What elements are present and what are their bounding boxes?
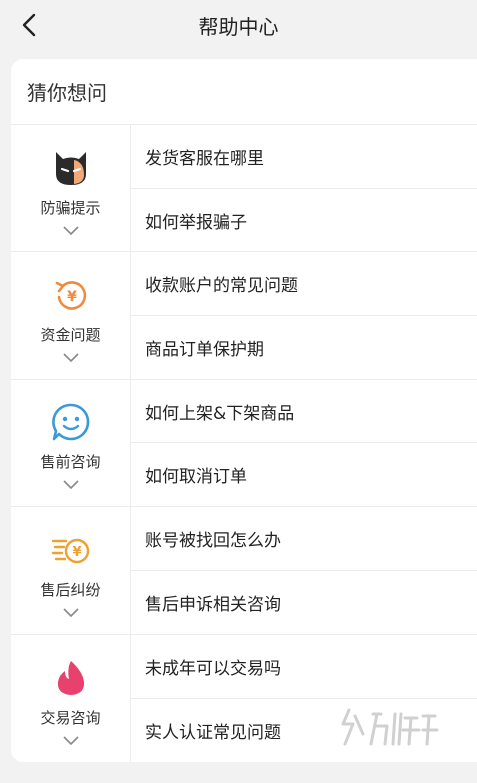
chat-smile-icon	[50, 401, 92, 443]
category-anti-fraud[interactable]: 防骗提示	[11, 125, 131, 252]
refund-yen-icon: ¥	[50, 274, 92, 316]
category-label: 交易咨询	[40, 708, 101, 727]
question-list: 发货客服在哪里 如何举报骗子	[131, 125, 477, 251]
question-item[interactable]: 如何取消订单	[131, 442, 477, 506]
category-label: 资金问题	[40, 326, 101, 345]
chevron-down-icon[interactable]	[62, 351, 80, 363]
question-list: 收款账户的常见问题 商品订单保护期	[131, 252, 477, 378]
question-item[interactable]: 如何上架&下架商品	[131, 380, 477, 443]
question-list: 如何上架&下架商品 如何取消订单	[131, 380, 477, 506]
chevron-down-icon[interactable]	[62, 224, 80, 236]
question-list: 账号被找回怎么办 售后申诉相关咨询	[131, 507, 477, 633]
back-button[interactable]	[12, 8, 46, 42]
question-item[interactable]: 发货客服在哪里	[131, 125, 477, 188]
faq-group-funds: ¥ 资金问题 收款账户的常见问题 商品订单保护期	[11, 252, 477, 380]
category-label: 售前咨询	[40, 453, 101, 472]
chevron-down-icon[interactable]	[62, 734, 80, 746]
card-heading: 猜你想问	[11, 59, 477, 125]
question-item[interactable]: 商品订单保护期	[131, 315, 477, 379]
top-bar: 帮助中心	[0, 0, 477, 50]
watermark-logo	[341, 708, 439, 746]
faq-group-presale: 售前咨询 如何上架&下架商品 如何取消订单	[11, 379, 477, 508]
fast-yen-icon: ¥	[50, 529, 92, 571]
category-presale[interactable]: 售前咨询	[11, 379, 131, 507]
faq-card: 猜你想问 防骗提示 发货客服在哪里 如何举报骗子 ¥ 资金问题 收款账户的常见问…	[11, 59, 477, 762]
chevron-left-icon	[22, 13, 36, 37]
chevron-down-icon[interactable]	[62, 606, 80, 618]
devil-face-icon	[50, 147, 92, 189]
svg-text:¥: ¥	[67, 289, 77, 305]
question-item[interactable]: 未成年可以交易吗	[131, 635, 477, 698]
category-label: 防骗提示	[40, 198, 101, 217]
question-item[interactable]: 如何举报骗子	[131, 187, 477, 252]
question-item[interactable]: 账号被找回怎么办	[131, 507, 477, 570]
question-item[interactable]: 售后申诉相关咨询	[131, 569, 477, 634]
chevron-down-icon[interactable]	[62, 478, 80, 490]
category-trade[interactable]: 交易咨询	[11, 634, 131, 762]
category-label: 售后纠纷	[40, 580, 101, 599]
question-item[interactable]: 收款账户的常见问题	[131, 252, 477, 315]
page-title: 帮助中心	[198, 14, 279, 39]
flame-icon	[50, 657, 92, 699]
category-funds[interactable]: ¥ 资金问题	[11, 252, 131, 379]
svg-text:¥: ¥	[72, 545, 81, 560]
category-aftersale[interactable]: ¥ 售后纠纷	[11, 507, 131, 634]
faq-group-aftersale: ¥ 售后纠纷 账号被找回怎么办 售后申诉相关咨询	[11, 507, 477, 635]
faq-group-anti-fraud: 防骗提示 发货客服在哪里 如何举报骗子	[11, 125, 477, 253]
